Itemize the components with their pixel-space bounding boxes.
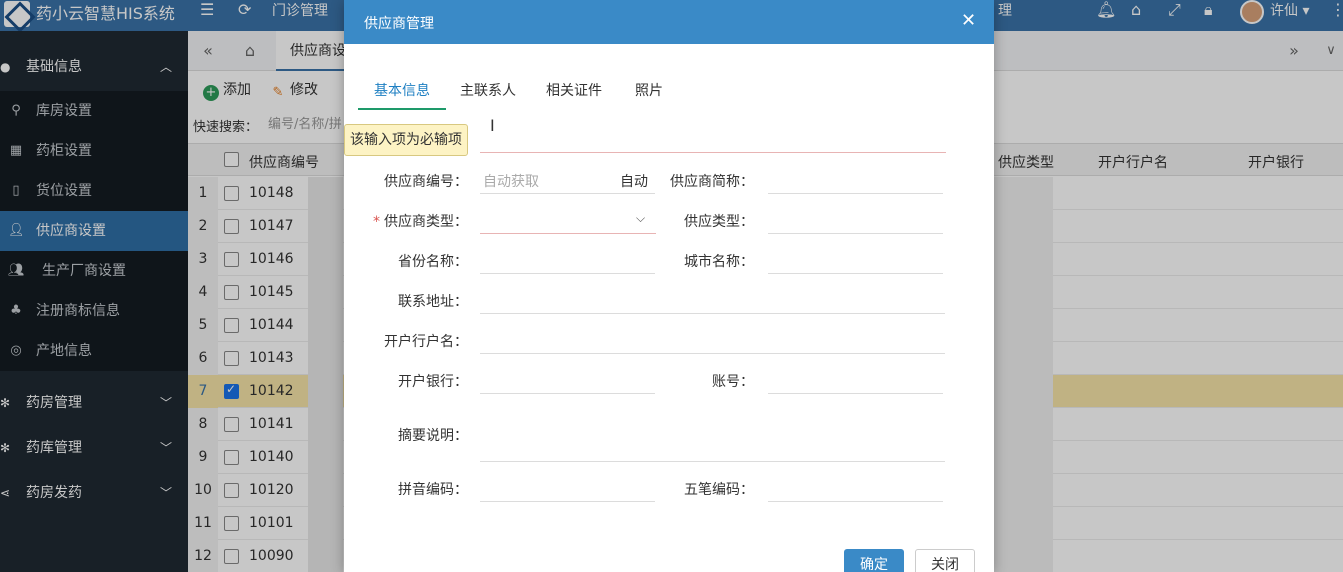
modal-tabs: 基本信息 主联系人 相关证件 照片 xyxy=(358,72,958,110)
label-supplier-code: 供应商编号： xyxy=(384,174,468,190)
close-icon[interactable]: ✕ xyxy=(961,10,976,32)
label-supplier-type-text: 供应商类型： xyxy=(384,214,468,230)
confirm-button[interactable]: 确定 xyxy=(844,549,904,572)
summary-textarea[interactable] xyxy=(480,461,945,462)
label-summary: 摘要说明： xyxy=(398,428,468,444)
label-city: 城市名称： xyxy=(684,254,754,270)
label-address: 联系地址： xyxy=(398,294,468,310)
wubi-input[interactable] xyxy=(768,501,943,502)
label-pinyin: 拼音编码： xyxy=(398,482,468,498)
modal-header: 供应商管理 ✕ xyxy=(344,0,994,44)
required-tooltip: 该输入项为必输项 xyxy=(344,124,468,156)
city-input[interactable] xyxy=(768,273,943,274)
close-button[interactable]: 关闭 xyxy=(915,549,975,572)
label-supply-type: 供应类型： xyxy=(684,214,754,230)
account-name-input[interactable] xyxy=(480,353,945,354)
label-supplier-type: * 供应商类型： xyxy=(368,211,468,231)
modal-title: 供应商管理 xyxy=(364,16,434,32)
label-bank: 开户银行： xyxy=(398,374,468,390)
top-required-field[interactable] xyxy=(480,152,946,153)
address-input[interactable] xyxy=(480,313,945,314)
account-no-input[interactable] xyxy=(768,393,943,394)
label-account-name: 开户行户名： xyxy=(384,334,468,350)
label-province: 省份名称： xyxy=(398,254,468,270)
text-cursor-icon: I xyxy=(490,116,495,135)
tab-certificates[interactable]: 相关证件 xyxy=(546,80,602,100)
label-supplier-short: 供应商简称： xyxy=(670,174,754,190)
bank-input[interactable] xyxy=(480,393,655,394)
province-input[interactable] xyxy=(480,273,655,274)
chevron-down-icon[interactable]: ⌵ xyxy=(636,211,645,226)
tab-photos[interactable]: 照片 xyxy=(635,80,663,100)
required-mark: * xyxy=(373,214,380,230)
supplier-code-input[interactable]: 自动获取 xyxy=(483,171,539,191)
tab-basic-info[interactable]: 基本信息 xyxy=(374,80,430,100)
supplier-modal: 供应商管理 ✕ 基本信息 主联系人 相关证件 照片 该输入项为必输项 I 供应商… xyxy=(344,0,994,572)
supplier-type-select[interactable] xyxy=(480,233,656,234)
supplier-code-line xyxy=(480,193,655,194)
tab-main-contact[interactable]: 主联系人 xyxy=(460,80,516,100)
label-account-no: 账号： xyxy=(712,374,754,390)
supplier-short-input[interactable] xyxy=(768,193,943,194)
active-tab-indicator xyxy=(358,108,446,110)
supply-type-input[interactable] xyxy=(768,233,943,234)
auto-checkbox-label[interactable]: 自动 xyxy=(620,171,648,191)
label-wubi: 五笔编码： xyxy=(684,482,754,498)
pinyin-input[interactable] xyxy=(480,501,655,502)
